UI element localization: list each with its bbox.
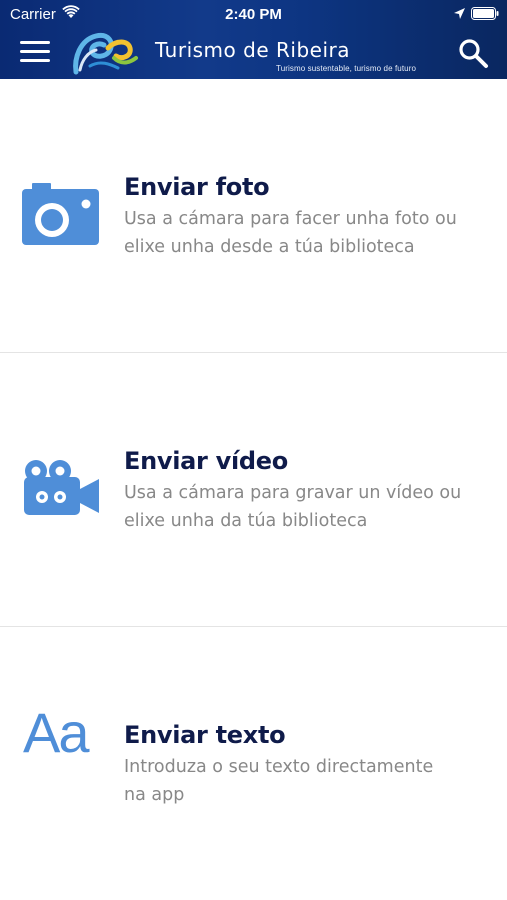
description-line: na app	[124, 785, 185, 805]
option-title: Enviar vídeo	[124, 447, 288, 475]
description-line: elixe unha desde a túa biblioteca	[124, 237, 415, 257]
option-title: Enviar texto	[124, 721, 286, 749]
option-description: Usa a cámara para facer unha foto ou eli…	[124, 205, 484, 261]
status-bar: Carrier 2:40 PM	[0, 0, 507, 30]
camera-icon	[22, 183, 99, 245]
app-header: Carrier 2:40 PM Turismo de Ribeira Turis…	[0, 0, 507, 79]
nav-bar: Turismo de Ribeira Turismo sustentable, …	[0, 30, 507, 79]
option-description: Introduza o seu texto directamente na ap…	[124, 753, 484, 809]
ribeira-logo	[73, 32, 138, 75]
battery-icon	[471, 7, 499, 20]
brand-title: Turismo de Ribeira	[155, 38, 350, 62]
clock: 2:40 PM	[225, 6, 282, 23]
option-description: Usa a cámara para gravar un vídeo ou eli…	[124, 479, 484, 535]
description-line: Usa a cámara para facer unha foto ou	[124, 209, 457, 229]
text-aa-icon: Aa	[23, 701, 89, 764]
description-line: Introduza o seu texto directamente	[124, 757, 434, 777]
description-line: Usa a cámara para gravar un vídeo ou	[124, 483, 462, 503]
description-line: elixe unha da túa biblioteca	[124, 511, 368, 531]
brand-tagline: Turismo sustentable, turismo de futuro	[276, 64, 417, 73]
menu-button[interactable]	[20, 41, 51, 65]
location-arrow-icon	[454, 8, 465, 19]
send-photo-option[interactable]: Enviar foto Usa a cámara para facer unha…	[0, 79, 507, 353]
send-video-option[interactable]: Enviar vídeo Usa a cámara para gravar un…	[0, 353, 507, 627]
option-title: Enviar foto	[124, 173, 270, 201]
video-camera-icon	[24, 460, 99, 515]
search-icon[interactable]	[457, 37, 489, 69]
